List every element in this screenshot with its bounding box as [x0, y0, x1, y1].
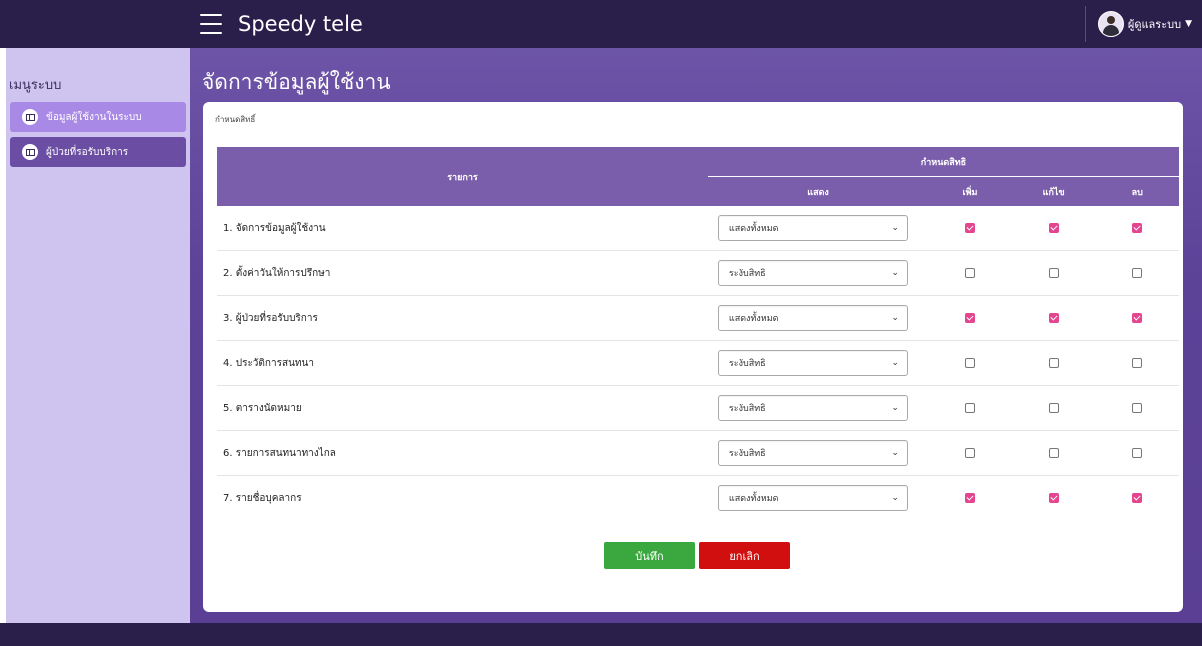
select-value: แสดงทั้งหมด	[728, 494, 779, 504]
chevron-down-icon: ⌄	[891, 268, 899, 278]
select-value: แสดงทั้งหมด	[728, 224, 779, 234]
delete-checkbox[interactable]	[1132, 357, 1143, 368]
view-permission-select[interactable]: ระงับสิทธิ ⌄	[717, 260, 908, 286]
col-header-delete: ลบ	[1095, 176, 1179, 206]
user-name: ผู้ดูแลระบบ	[1127, 18, 1182, 31]
sidebar-item-label: ผู้ป่วยที่รอรับบริการ	[46, 146, 129, 158]
view-permission-select[interactable]: ระงับสิทธิ ⌄	[717, 395, 908, 421]
add-checkbox[interactable]	[964, 402, 975, 413]
row-item-label: 7. รายชื่อบุคลากร	[223, 492, 302, 504]
user-menu[interactable]: ผู้ดูแลระบบ ▼	[1084, 6, 1202, 42]
hamburger-icon[interactable]	[200, 14, 222, 34]
delete-checkbox[interactable]	[1132, 402, 1143, 413]
edit-checkbox[interactable]	[1048, 447, 1059, 458]
col-header-item: รายการ	[217, 147, 708, 206]
view-permission-select[interactable]: แสดงทั้งหมด ⌄	[717, 485, 908, 511]
chevron-down-icon: ⌄	[891, 223, 899, 233]
col-header-add: เพิ่ม	[928, 176, 1012, 206]
chevron-down-icon: ⌄	[891, 313, 899, 323]
add-checkbox[interactable]	[964, 447, 975, 458]
edit-checkbox[interactable]	[1048, 492, 1059, 503]
caret-down-icon: ▼	[1185, 19, 1192, 29]
table-row: 6. รายการสนทนาทางไกล ระงับสิทธิ ⌄	[217, 430, 1179, 476]
select-value: แสดงทั้งหมด	[728, 314, 779, 324]
sidebar-title: เมนูระบบ	[9, 78, 62, 93]
select-value: ระงับสิทธิ	[728, 269, 766, 279]
view-permission-select[interactable]: ระงับสิทธิ ⌄	[717, 440, 908, 466]
add-checkbox[interactable]	[964, 357, 975, 368]
save-button[interactable]: บันทึก	[604, 542, 695, 569]
cancel-button[interactable]: ยกเลิก	[699, 542, 790, 569]
delete-checkbox[interactable]	[1132, 312, 1143, 323]
sidebar-item-waiting-patients[interactable]: ผู้ป่วยที่รอรับบริการ	[10, 137, 186, 167]
card-caption: กำหนดสิทธิ์	[215, 115, 256, 124]
permissions-table: รายการ กำหนดสิทธิ แสดง เพิ่ม แก้ไข ลบ 1.…	[217, 147, 1179, 520]
add-checkbox[interactable]	[964, 492, 975, 503]
view-permission-select[interactable]: แสดงทั้งหมด ⌄	[717, 215, 908, 241]
edit-checkbox[interactable]	[1048, 312, 1059, 323]
view-permission-select[interactable]: แสดงทั้งหมด ⌄	[717, 305, 908, 331]
table-row: 4. ประวัติการสนทนา ระงับสิทธิ ⌄	[217, 340, 1179, 386]
footer-bar	[0, 623, 1202, 646]
permissions-card: กำหนดสิทธิ์ รายการ กำหนดสิทธิ แสดง เพิ่ม…	[203, 102, 1183, 612]
edit-checkbox[interactable]	[1048, 267, 1059, 278]
sidebar-item-label: ข้อมูลผู้ใช้งานในระบบ	[46, 111, 142, 123]
sidebar: เมนูระบบ ข้อมูลผู้ใช้งานในระบบ ผู้ป่วยที…	[6, 48, 190, 623]
chevron-down-icon: ⌄	[891, 358, 899, 368]
book-icon	[22, 144, 38, 160]
brand-title[interactable]: Speedy tele	[238, 10, 363, 38]
sidebar-item-users[interactable]: ข้อมูลผู้ใช้งานในระบบ	[10, 102, 186, 132]
chevron-down-icon: ⌄	[891, 403, 899, 413]
select-value: ระงับสิทธิ	[728, 359, 766, 369]
table-row: 7. รายชื่อบุคลากร แสดงทั้งหมด ⌄	[217, 476, 1179, 521]
edit-checkbox[interactable]	[1048, 222, 1059, 233]
delete-checkbox[interactable]	[1132, 222, 1143, 233]
table-row: 1. จัดการข้อมูลผู้ใช้งาน แสดงทั้งหมด ⌄	[217, 206, 1179, 251]
delete-checkbox[interactable]	[1132, 447, 1143, 458]
delete-checkbox[interactable]	[1132, 492, 1143, 503]
col-header-permissions: กำหนดสิทธิ	[707, 147, 1179, 177]
add-checkbox[interactable]	[964, 267, 975, 278]
table-row: 2. ตั้งค่าวันให้การปรึกษา ระงับสิทธิ ⌄	[217, 250, 1179, 296]
col-header-edit: แก้ไข	[1011, 176, 1096, 206]
view-permission-select[interactable]: ระงับสิทธิ ⌄	[717, 350, 908, 376]
book-icon	[22, 109, 38, 125]
row-item-label: 3. ผู้ป่วยที่รอรับบริการ	[217, 295, 708, 341]
select-value: ระงับสิทธิ	[728, 449, 766, 459]
row-item-label: 5. ตารางนัดหมาย	[217, 385, 708, 431]
chevron-down-icon: ⌄	[891, 448, 899, 458]
row-item-label: 1. จัดการข้อมูลผู้ใช้งาน	[217, 206, 708, 251]
table-row: 5. ตารางนัดหมาย ระงับสิทธิ ⌄	[217, 385, 1179, 431]
top-navbar: Speedy tele ผู้ดูแลระบบ ▼	[0, 0, 1202, 48]
table-row: 3. ผู้ป่วยที่รอรับบริการ แสดงทั้งหมด ⌄	[217, 295, 1179, 341]
chevron-down-icon: ⌄	[891, 493, 899, 503]
edit-checkbox[interactable]	[1048, 357, 1059, 368]
col-header-view: แสดง	[707, 176, 929, 206]
row-item-label: 6. รายการสนทนาทางไกล	[217, 430, 708, 476]
page-title: จัดการข้อมูลผู้ใช้งาน	[202, 70, 391, 94]
user-avatar-icon	[1097, 11, 1124, 37]
row-item-label: 4. ประวัติการสนทนา	[217, 340, 708, 386]
main-content: จัดการข้อมูลผู้ใช้งาน กำหนดสิทธิ์ รายการ…	[190, 48, 1202, 623]
select-value: ระงับสิทธิ	[728, 404, 766, 414]
delete-checkbox[interactable]	[1132, 267, 1143, 278]
edit-checkbox[interactable]	[1048, 402, 1059, 413]
add-checkbox[interactable]	[964, 222, 975, 233]
row-item-label: 2. ตั้งค่าวันให้การปรึกษา	[217, 250, 708, 296]
add-checkbox[interactable]	[964, 312, 975, 323]
